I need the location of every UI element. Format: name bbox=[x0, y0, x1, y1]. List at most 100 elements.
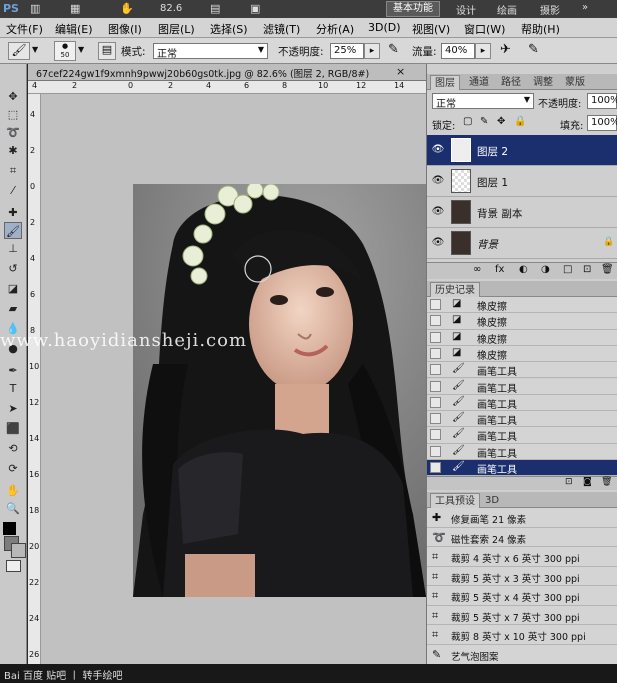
lock-pixels-icon[interactable]: ✎ bbox=[480, 116, 488, 127]
tab-channels[interactable]: 通道 bbox=[465, 75, 493, 90]
document-tab[interactable]: 67cef224gw1f9xmnh9pwwj20b60gs0tk.jpg @ 8… bbox=[28, 64, 426, 81]
tab-layers[interactable]: 图层 bbox=[430, 75, 460, 90]
brush-size-picker[interactable]: ● 50 bbox=[54, 41, 76, 61]
ruler-vertical[interactable]: 4 2 0 2 4 6 8 10 12 14 16 18 20 22 24 26 bbox=[28, 94, 41, 664]
layer-name[interactable]: 背景 副本 bbox=[477, 206, 522, 221]
3d-orbit-tool-icon[interactable]: ⟳ bbox=[4, 460, 22, 477]
new-layer-icon[interactable]: ⊡ bbox=[583, 264, 591, 275]
move-tool-icon[interactable]: ✥ bbox=[4, 88, 22, 105]
new-group-icon[interactable]: □ bbox=[563, 264, 572, 275]
history-snapshot-checkbox[interactable] bbox=[430, 315, 441, 327]
lock-position-icon[interactable]: ✥ bbox=[497, 116, 505, 127]
history-item[interactable]: ◪ 橡皮擦 bbox=[427, 345, 617, 363]
tab-history[interactable]: 历史记录 bbox=[430, 282, 480, 297]
workspace-painting[interactable]: 绘画 bbox=[497, 2, 517, 17]
menu-image[interactable]: 图像(I) bbox=[108, 21, 142, 37]
lock-all-icon[interactable]: 🔒 bbox=[514, 116, 526, 127]
adjustment-layer-icon[interactable]: ◑ bbox=[541, 264, 550, 275]
history-item[interactable]: 🖌 画笔工具 bbox=[427, 411, 617, 428]
delete-state-icon[interactable]: 🗑 bbox=[601, 477, 612, 487]
history-snapshot-checkbox[interactable] bbox=[430, 364, 441, 376]
tab-tool-presets[interactable]: 工具预设 bbox=[430, 493, 480, 508]
tablet-size-icon[interactable]: ✎ bbox=[528, 42, 539, 57]
menu-edit[interactable]: 编辑(E) bbox=[55, 21, 93, 37]
preset-item[interactable]: ➰ 磁性套索 24 像素 bbox=[427, 527, 617, 547]
history-snapshot-checkbox[interactable] bbox=[430, 396, 441, 408]
airbrush-icon[interactable]: ✈ bbox=[500, 42, 511, 57]
clone-stamp-tool-icon[interactable]: ⊥ bbox=[4, 240, 22, 257]
eye-icon[interactable]: 👁 bbox=[431, 237, 445, 249]
eyedropper-tool-icon[interactable]: ⁄ bbox=[4, 182, 22, 199]
history-snapshot-checkbox[interactable] bbox=[430, 413, 441, 425]
type-tool-icon[interactable]: T bbox=[4, 380, 22, 397]
menu-analysis[interactable]: 分析(A) bbox=[316, 21, 354, 37]
blend-mode-select[interactable]: 正常 ▼ bbox=[432, 93, 534, 110]
history-item[interactable]: ◪ 橡皮擦 bbox=[427, 297, 617, 314]
path-select-tool-icon[interactable]: ➤ bbox=[4, 400, 22, 417]
hand-tool-icon[interactable]: ✋ bbox=[4, 482, 22, 499]
flow-input[interactable]: 40% bbox=[441, 43, 475, 59]
crop-tool-icon[interactable]: ⌗ bbox=[4, 162, 22, 179]
workspace-more[interactable]: » bbox=[582, 2, 588, 13]
screen-mode-icon[interactable]: ▦ bbox=[70, 2, 80, 15]
history-snapshot-checkbox[interactable] bbox=[430, 331, 441, 343]
tablet-opacity-icon[interactable]: ✎ bbox=[388, 42, 399, 57]
eye-icon[interactable]: 👁 bbox=[431, 206, 445, 218]
fill-input[interactable]: 100% bbox=[587, 115, 617, 131]
tab-adjustments[interactable]: 调整 bbox=[529, 75, 557, 90]
layer-name[interactable]: 图层 1 bbox=[477, 175, 508, 190]
gradient-tool-icon[interactable]: ▰ bbox=[4, 300, 22, 317]
layer-row[interactable]: 👁 背景 副本 bbox=[427, 197, 617, 228]
brush-size-dropdown-icon[interactable]: ▼ bbox=[78, 45, 84, 54]
hand-icon[interactable]: ✋ bbox=[120, 2, 134, 15]
layer-opacity-input[interactable]: 100% bbox=[587, 93, 617, 109]
menu-help[interactable]: 帮助(H) bbox=[521, 21, 560, 37]
eye-icon[interactable]: 👁 bbox=[431, 175, 445, 187]
layer-row[interactable]: 👁 图层 2 bbox=[427, 135, 617, 166]
opacity-input[interactable]: 25% bbox=[330, 43, 364, 59]
arrange-icon[interactable]: ▤ bbox=[210, 2, 220, 15]
add-mask-icon[interactable]: ◐ bbox=[519, 264, 528, 275]
menu-file[interactable]: 文件(F) bbox=[6, 21, 43, 37]
quick-select-tool-icon[interactable]: ✱ bbox=[4, 142, 22, 159]
history-item[interactable]: ◪ 橡皮擦 bbox=[427, 313, 617, 330]
preset-item[interactable]: ⌗ 裁剪 5 英寸 x 4 英寸 300 ppi bbox=[427, 586, 617, 606]
background-color-swatch[interactable] bbox=[11, 543, 26, 558]
preset-item[interactable]: ✚ 修复画笔 21 像素 bbox=[427, 508, 617, 528]
brush-preset-icon[interactable]: 🖌 bbox=[8, 42, 30, 60]
tab-masks[interactable]: 蒙版 bbox=[561, 75, 589, 90]
menu-view[interactable]: 视图(V) bbox=[412, 21, 450, 37]
layer-row[interactable]: 👁 图层 1 bbox=[427, 166, 617, 197]
history-item[interactable]: 🖌 画笔工具 bbox=[427, 443, 617, 460]
layer-style-icon[interactable]: fx bbox=[495, 264, 504, 275]
history-snapshot-checkbox[interactable] bbox=[430, 347, 441, 359]
menu-window[interactable]: 窗口(W) bbox=[464, 21, 505, 37]
preset-item[interactable]: ⌗ 裁剪 5 英寸 x 7 英寸 300 ppi bbox=[427, 605, 617, 625]
history-snapshot-checkbox[interactable] bbox=[430, 429, 441, 441]
lock-transparent-icon[interactable]: ▢ bbox=[463, 116, 472, 127]
workspace-design[interactable]: 设计 bbox=[456, 2, 476, 17]
workspace-photography[interactable]: 摄影 bbox=[540, 2, 560, 17]
preset-item[interactable]: ✎ 艺气泡图案 bbox=[427, 644, 617, 664]
history-item[interactable]: 🖌 画笔工具 bbox=[427, 394, 617, 412]
menu-filter[interactable]: 滤镜(T) bbox=[263, 21, 300, 37]
mini-bridge-icon[interactable]: ▥ bbox=[30, 2, 40, 15]
ruler-horizontal[interactable]: 4 2 0 2 4 6 8 10 12 14 bbox=[28, 81, 426, 94]
quick-mask-icon[interactable] bbox=[6, 560, 21, 572]
history-snapshot-checkbox[interactable] bbox=[430, 380, 441, 392]
shape-tool-icon[interactable]: ⬛ bbox=[4, 420, 22, 437]
layer-row[interactable]: 👁 背景 🔒 bbox=[427, 228, 617, 259]
preset-item[interactable]: ⌗ 裁剪 5 英寸 x 3 英寸 300 ppi bbox=[427, 566, 617, 586]
eraser-tool-icon[interactable]: ◪ bbox=[4, 280, 22, 297]
mode-select[interactable]: 正常 ▼ bbox=[153, 43, 268, 60]
preset-item[interactable]: ⌗ 裁剪 4 英寸 x 6 英寸 300 ppi bbox=[427, 547, 617, 567]
history-item[interactable]: 🖌 画笔工具 bbox=[427, 427, 617, 444]
preset-item[interactable]: ⌗ 裁剪 8 英寸 x 10 英寸 300 ppi bbox=[427, 625, 617, 645]
screen-icon[interactable]: ▣ bbox=[250, 2, 260, 15]
default-colors-icon[interactable] bbox=[3, 522, 16, 535]
delete-layer-icon[interactable]: 🗑 bbox=[601, 264, 614, 275]
zoom-tool-icon[interactable]: 🔍 bbox=[4, 500, 22, 517]
history-snapshot-checkbox[interactable] bbox=[430, 445, 441, 457]
eye-icon[interactable]: 👁 bbox=[431, 144, 445, 156]
brush-tool-icon[interactable]: 🖌 bbox=[4, 222, 22, 239]
